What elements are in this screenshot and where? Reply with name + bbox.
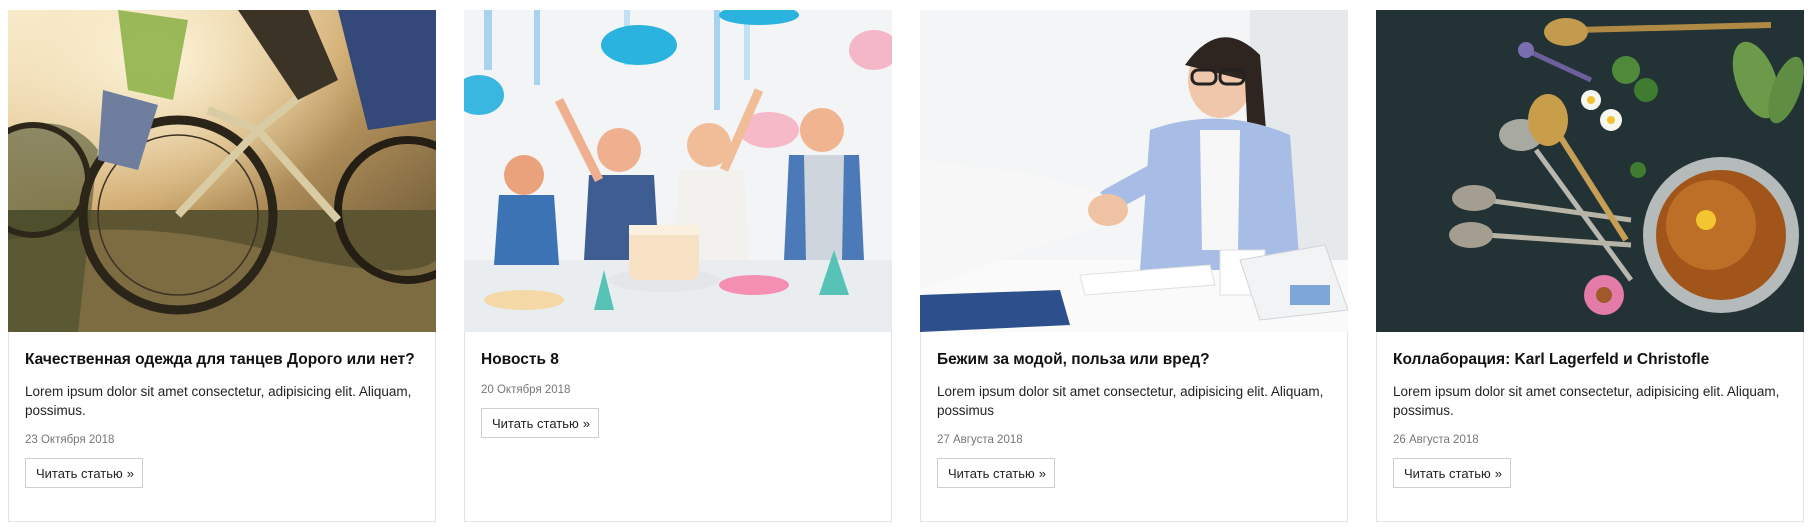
chevron-right-double-icon: »	[582, 415, 590, 431]
card-image-handshake[interactable]	[920, 10, 1348, 332]
news-card: Бежим за модой, польза или вред? Lorem i…	[920, 10, 1348, 522]
read-article-button[interactable]: Читать статью »	[481, 408, 599, 438]
read-article-button[interactable]: Читать статью »	[937, 458, 1055, 488]
read-article-button[interactable]: Читать статью »	[1393, 458, 1511, 488]
card-date: 23 Октября 2018	[25, 434, 115, 446]
news-card-grid: Качественная одежда для танцев Дорого ил…	[8, 10, 1806, 522]
card-date: 20 Октября 2018	[481, 384, 571, 396]
card-title[interactable]: Новость 8	[481, 350, 875, 370]
news-card: Качественная одежда для танцев Дорого ил…	[8, 10, 436, 522]
chevron-right-double-icon: »	[1038, 465, 1046, 481]
card-title[interactable]: Коллаборация: Karl Lagerfeld и Christofl…	[1393, 350, 1787, 370]
read-article-label: Читать статью	[36, 465, 123, 481]
card-image-bicycles[interactable]	[8, 10, 436, 332]
news-card: Коллаборация: Karl Lagerfeld и Christofl…	[1376, 10, 1804, 522]
card-date: 27 Августа 2018	[937, 434, 1023, 446]
card-excerpt: Lorem ipsum dolor sit amet consectetur, …	[25, 384, 412, 418]
card-image-herbal-tea[interactable]	[1376, 10, 1804, 332]
card-title[interactable]: Качественная одежда для танцев Дорого ил…	[25, 350, 419, 370]
news-card: Новость 8 20 Октября 2018 Читать статью …	[464, 10, 892, 522]
card-excerpt: Lorem ipsum dolor sit amet consectetur, …	[937, 384, 1324, 418]
card-excerpt: Lorem ipsum dolor sit amet consectetur, …	[1393, 384, 1780, 418]
read-article-label: Читать статью	[948, 465, 1035, 481]
card-image-kids-party[interactable]	[464, 10, 892, 332]
card-title[interactable]: Бежим за модой, польза или вред?	[937, 350, 1331, 370]
chevron-right-double-icon: »	[126, 465, 134, 481]
chevron-right-double-icon: »	[1494, 465, 1502, 481]
card-date: 26 Августа 2018	[1393, 434, 1479, 446]
read-article-label: Читать статью	[1404, 465, 1491, 481]
read-article-button[interactable]: Читать статью »	[25, 458, 143, 488]
read-article-label: Читать статью	[492, 415, 579, 431]
